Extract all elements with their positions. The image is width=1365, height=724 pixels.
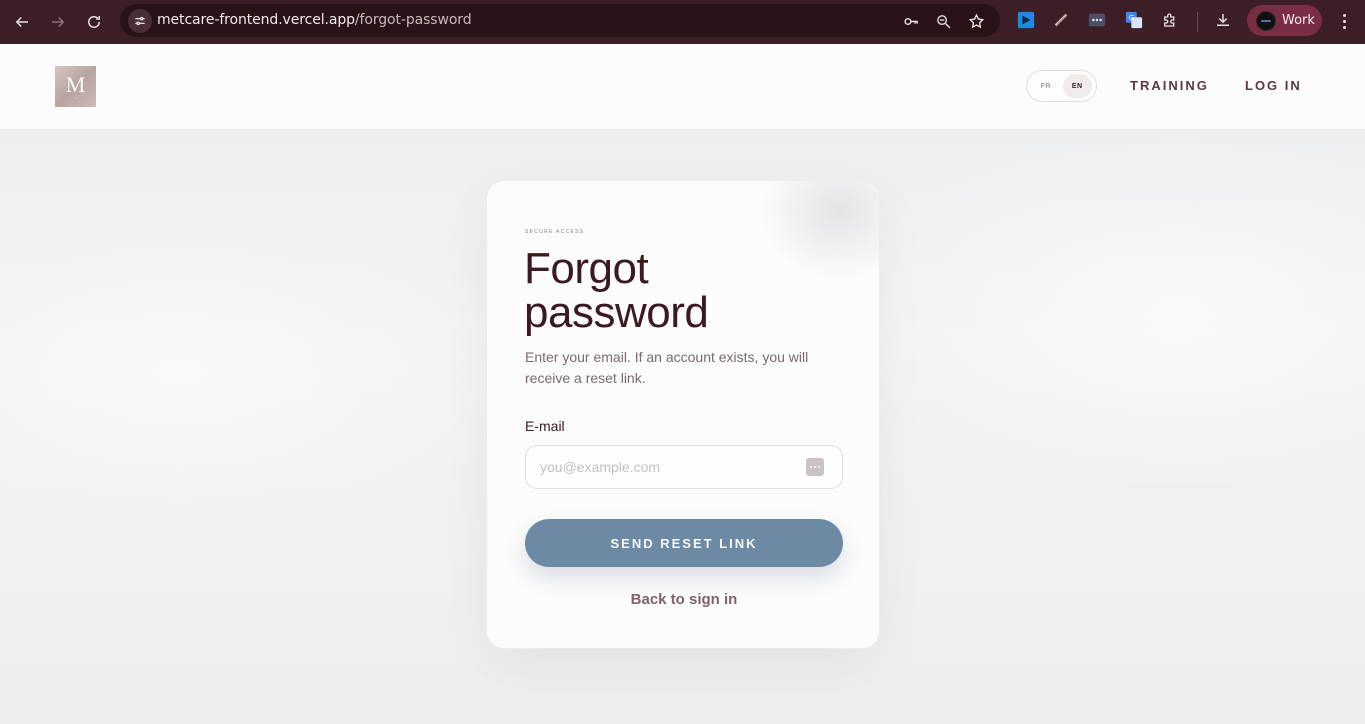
site-logo[interactable]: M ― [55, 66, 96, 107]
address-bar[interactable]: metcare-frontend.vercel.app/forgot-passw… [120, 4, 1000, 37]
send-reset-link-button[interactable]: SEND RESET LINK [525, 519, 843, 567]
kebab-menu-icon[interactable] [1334, 10, 1354, 32]
browser-toolbar: metcare-frontend.vercel.app/forgot-passw… [0, 0, 1365, 44]
page-title: Forgot password [524, 244, 709, 337]
back-arrow-icon[interactable] [8, 8, 36, 36]
zoom-icon[interactable] [932, 10, 954, 32]
lang-en-button[interactable]: EN [1062, 74, 1092, 98]
extension-ruler-icon[interactable] [1051, 10, 1071, 30]
nav-login-link[interactable]: LOG IN [1245, 78, 1302, 93]
logo-underline: ― [73, 94, 78, 100]
email-field[interactable] [525, 445, 843, 489]
forgot-password-card: SECURE ACCESS Forgot password Enter your… [486, 180, 880, 649]
star-icon[interactable] [965, 10, 987, 32]
email-input[interactable] [540, 446, 800, 488]
card-description: Enter your email. If an account exists, … [525, 349, 809, 386]
language-toggle: FR EN [1026, 70, 1097, 102]
key-icon[interactable] [900, 10, 922, 32]
tune-icon[interactable] [128, 9, 152, 33]
svg-text:G: G [1129, 13, 1135, 22]
download-icon[interactable] [1213, 10, 1233, 30]
extension-translate-icon[interactable]: G [1124, 10, 1144, 30]
avatar [1256, 10, 1276, 31]
back-to-sign-in-link[interactable]: Back to sign in [487, 591, 879, 608]
toolbar-divider [1197, 12, 1198, 32]
password-manager-icon[interactable] [806, 458, 824, 476]
nav-training-link[interactable]: TRAINING [1130, 78, 1209, 93]
extension-flag-icon[interactable] [1016, 10, 1036, 30]
email-label: E-mail [525, 418, 565, 434]
puzzle-icon[interactable] [1160, 10, 1180, 30]
reload-icon[interactable] [80, 8, 108, 36]
url-text: metcare-frontend.vercel.app/forgot-passw… [157, 12, 472, 28]
profile-button[interactable]: Work [1247, 5, 1322, 36]
forward-arrow-icon[interactable] [44, 8, 72, 36]
profile-label: Work [1282, 13, 1315, 28]
site-header: M ― FR EN TRAINING LOG IN [0, 44, 1365, 130]
lang-fr-button[interactable]: FR [1031, 74, 1061, 98]
logo-letter: M [65, 71, 86, 97]
extension-dots-icon[interactable] [1087, 10, 1107, 30]
eyebrow-label: SECURE ACCESS [525, 229, 585, 235]
page: M ― FR EN TRAINING LOG IN SECURE ACCESS … [0, 44, 1365, 724]
